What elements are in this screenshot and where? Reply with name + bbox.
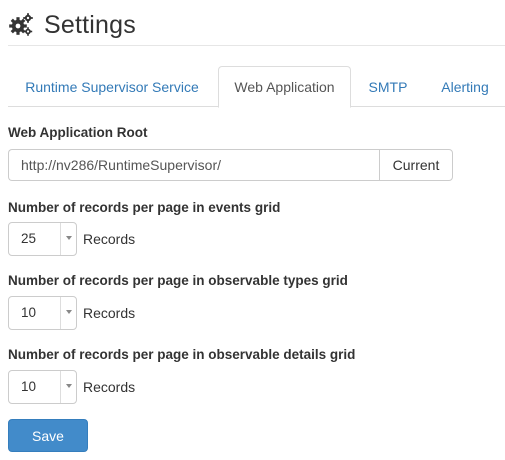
observable-details-grid-label: Number of records per page in observable… xyxy=(8,347,356,362)
select-value: 25 xyxy=(21,231,37,246)
web-app-root-group: Current xyxy=(8,149,453,181)
chevron-down-icon xyxy=(66,236,72,240)
page-title: Settings xyxy=(44,10,136,39)
tab-alerting[interactable]: Alerting xyxy=(425,66,505,107)
select-value: 10 xyxy=(21,379,37,394)
page-header: Settings xyxy=(8,6,505,44)
current-button[interactable]: Current xyxy=(379,149,453,181)
chevron-down-icon xyxy=(66,310,72,314)
web-app-root-label: Web Application Root xyxy=(8,125,148,140)
dropdown-toggle[interactable] xyxy=(60,371,76,403)
events-grid-row: 25 Records xyxy=(8,222,135,256)
records-label: Records xyxy=(83,305,136,321)
dropdown-toggle[interactable] xyxy=(60,297,76,329)
select-value: 10 xyxy=(21,305,37,320)
tab-smtp[interactable]: SMTP xyxy=(353,66,423,107)
web-app-root-input[interactable] xyxy=(8,149,379,181)
observable-types-grid-row: 10 Records xyxy=(8,296,135,330)
events-grid-page-size-select[interactable]: 25 xyxy=(8,222,77,256)
observable-details-grid-page-size-select[interactable]: 10 xyxy=(8,370,77,404)
header-divider xyxy=(8,45,505,46)
records-label: Records xyxy=(83,231,136,247)
observable-types-grid-page-size-select[interactable]: 10 xyxy=(8,296,77,330)
tab-web-application[interactable]: Web Application xyxy=(218,66,351,108)
settings-page: Settings Runtime Supervisor Service Web … xyxy=(0,0,505,460)
save-button[interactable]: Save xyxy=(8,419,88,452)
tab-runtime-supervisor-service[interactable]: Runtime Supervisor Service xyxy=(8,66,216,107)
observable-details-grid-row: 10 Records xyxy=(8,370,135,404)
settings-tabs: Runtime Supervisor Service Web Applicati… xyxy=(8,66,505,108)
gears-icon xyxy=(9,13,33,36)
records-label: Records xyxy=(83,379,136,395)
events-grid-label: Number of records per page in events gri… xyxy=(8,200,281,215)
chevron-down-icon xyxy=(66,384,72,388)
observable-types-grid-label: Number of records per page in observable… xyxy=(8,273,348,288)
dropdown-toggle[interactable] xyxy=(60,223,76,255)
